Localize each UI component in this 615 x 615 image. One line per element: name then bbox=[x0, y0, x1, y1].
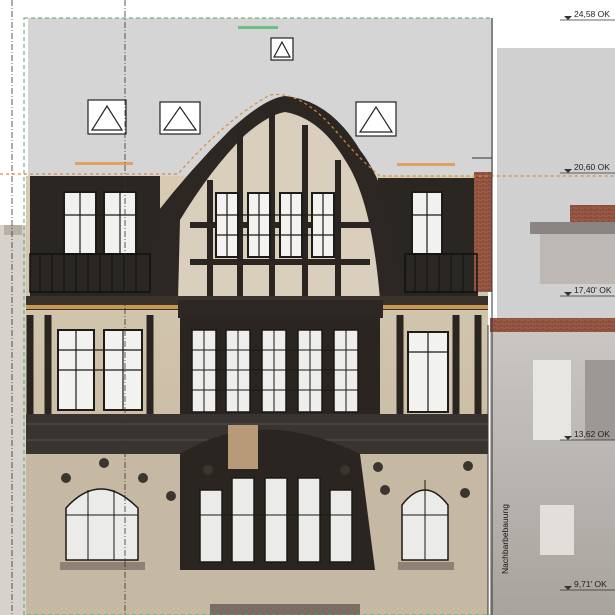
facade-elevation: 24,58 OK 20,60 OK 17,40' OK 13,62 OK 9,7… bbox=[0, 0, 615, 615]
level-label: 20,60 OK bbox=[574, 162, 610, 172]
facade-drawing-canvas: 24,58 OK 20,60 OK 17,40' OK 13,62 OK 9,7… bbox=[0, 0, 615, 615]
level-marker: 24,58 OK bbox=[560, 9, 615, 21]
level-label: 9,71' OK bbox=[574, 579, 607, 589]
level-label: 17,40' OK bbox=[574, 285, 612, 295]
neighbor-building-label: Nachbarbebauung bbox=[500, 504, 510, 574]
level-label: 24,58 OK bbox=[574, 9, 610, 19]
level-label: 13,62 OK bbox=[574, 429, 610, 439]
